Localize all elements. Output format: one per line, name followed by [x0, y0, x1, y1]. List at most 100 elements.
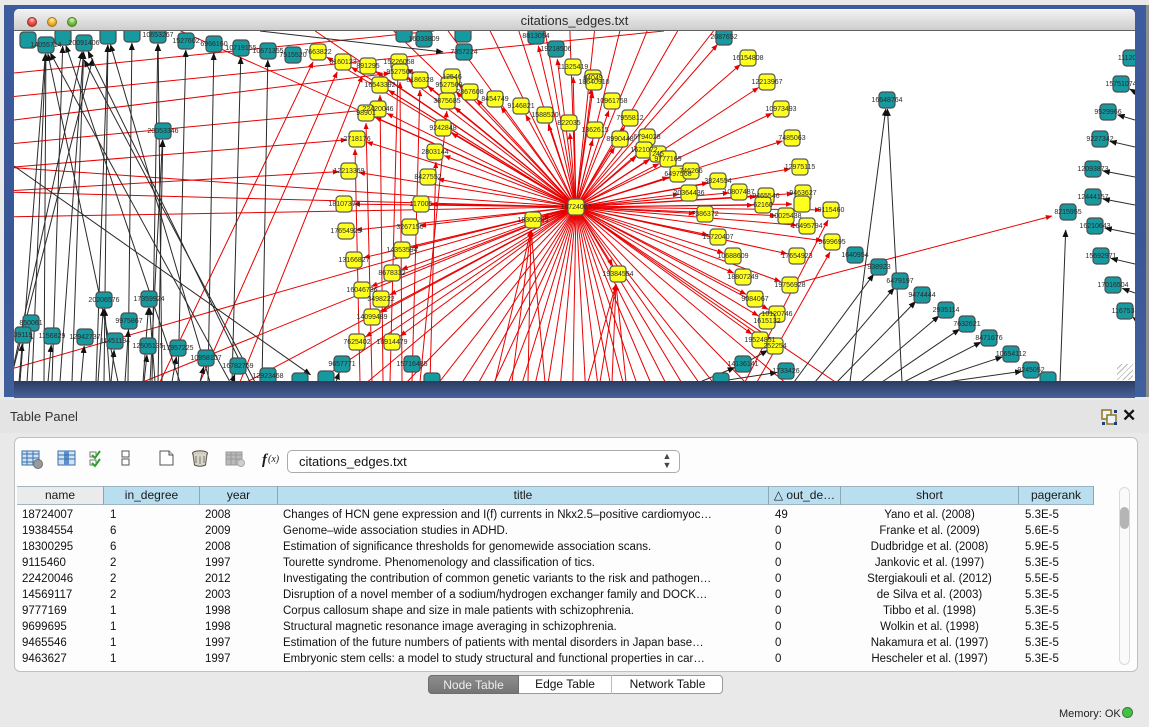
- svg-text:1156829: 1156829: [39, 333, 66, 340]
- svg-text:16782759: 16782759: [222, 363, 253, 370]
- svg-text:1527602: 1527602: [172, 38, 199, 45]
- svg-text:18300295: 18300295: [517, 217, 548, 224]
- svg-text:19384554: 19384554: [602, 271, 633, 278]
- svg-text:15751074: 15751074: [1105, 81, 1135, 88]
- svg-text:16033809: 16033809: [408, 36, 439, 43]
- svg-text:18640910: 18640910: [578, 79, 609, 86]
- svg-text:19756928: 19756928: [774, 282, 805, 289]
- svg-text:(x): (x): [268, 454, 280, 465]
- svg-text:2935114: 2935114: [933, 307, 960, 314]
- svg-text:8186328: 8186328: [406, 77, 433, 84]
- svg-text:8813054: 8813054: [522, 33, 549, 40]
- svg-text:16046736: 16046736: [346, 287, 377, 294]
- svg-text:3824554: 3824554: [704, 178, 731, 185]
- svg-text:1588520: 1588520: [531, 112, 558, 119]
- svg-text:15226058: 15226058: [383, 59, 414, 66]
- svg-text:17654923: 17654923: [781, 253, 812, 260]
- svg-text:10653267: 10653267: [142, 32, 173, 39]
- svg-text:10688609: 10688609: [717, 253, 748, 260]
- svg-text:17654925: 17654925: [330, 228, 361, 235]
- svg-text:850061: 850061: [19, 320, 42, 327]
- svg-text:20053346: 20053346: [147, 128, 178, 135]
- svg-text:7515520: 7515520: [279, 52, 306, 59]
- svg-text:16210643: 16210643: [1079, 223, 1110, 230]
- svg-text:98901: 98901: [356, 110, 376, 117]
- svg-text:14353594: 14353594: [386, 247, 417, 254]
- svg-text:14055714: 14055714: [30, 42, 61, 49]
- svg-text:9245052: 9245052: [1017, 367, 1044, 374]
- svg-text:11451194: 11451194: [100, 338, 130, 345]
- svg-text:14136141: 14136141: [727, 361, 758, 368]
- svg-text:12213967: 12213967: [751, 79, 782, 86]
- svg-text:9242848: 9242848: [429, 125, 456, 132]
- svg-text:3498222: 3498222: [367, 296, 394, 303]
- svg-text:15692971: 15692971: [1085, 253, 1116, 260]
- svg-text:822035: 822035: [557, 120, 580, 127]
- svg-text:9084067: 9084067: [741, 296, 768, 303]
- svg-text:9463627: 9463627: [789, 190, 816, 197]
- svg-text:9529966: 9529966: [1094, 109, 1121, 116]
- svg-text:12444157: 12444157: [1077, 194, 1108, 201]
- svg-text:19218506: 19218506: [540, 46, 571, 53]
- svg-text:7386372: 7386372: [691, 211, 718, 218]
- svg-text:62160: 62160: [753, 202, 773, 209]
- svg-text:20364436: 20364436: [673, 190, 704, 197]
- svg-text:10961758: 10961758: [596, 98, 627, 105]
- svg-text:891295: 891295: [356, 63, 379, 70]
- svg-text:12942737: 12942737: [69, 334, 100, 341]
- svg-text:1362615: 1362615: [581, 127, 608, 134]
- svg-text:117005: 117005: [410, 201, 433, 208]
- svg-text:12923468: 12923468: [252, 373, 283, 380]
- svg-text:1615132: 1615132: [753, 318, 780, 325]
- svg-text:9146821: 9146821: [507, 103, 534, 110]
- svg-text:7632621: 7632621: [953, 321, 980, 328]
- svg-text:746266: 746266: [679, 168, 702, 175]
- svg-text:3875685: 3875685: [433, 98, 460, 105]
- svg-text:13166827: 13166827: [338, 257, 369, 264]
- svg-text:10654112: 10654112: [996, 351, 1027, 358]
- svg-text:20091406: 20091406: [68, 40, 99, 47]
- svg-text:2718176: 2718176: [343, 136, 370, 143]
- svg-text:6794028: 6794028: [633, 134, 660, 141]
- svg-text:20206576: 20206576: [88, 297, 119, 304]
- svg-text:12093873: 12093873: [1077, 166, 1108, 173]
- svg-text:17359924: 17359924: [133, 296, 164, 303]
- svg-text:7625402: 7625402: [343, 339, 370, 346]
- svg-text:9777169: 9777169: [654, 156, 681, 163]
- svg-text:16914479: 16914479: [376, 339, 407, 346]
- svg-text:8160123: 8160123: [329, 59, 356, 66]
- svg-text:8427552: 8427552: [414, 174, 441, 181]
- svg-text:10025438: 10025438: [770, 213, 801, 220]
- svg-text:7955812: 7955812: [616, 115, 643, 122]
- svg-text:252254: 252254: [763, 343, 786, 350]
- svg-text:9527506: 9527506: [386, 69, 413, 76]
- svg-text:1733426: 1733426: [772, 368, 799, 375]
- svg-text:8471676: 8471676: [975, 335, 1002, 342]
- svg-text:12546: 12546: [442, 74, 462, 81]
- svg-text:8990448: 8990448: [606, 136, 633, 143]
- svg-text:9975867: 9975867: [115, 318, 142, 325]
- svg-text:18807249: 18807249: [727, 274, 758, 281]
- svg-text:1640954: 1640954: [841, 252, 868, 259]
- svg-text:8215955: 8215955: [1054, 209, 1081, 216]
- svg-text:16543392: 16543392: [364, 82, 395, 89]
- svg-text:12975115: 12975115: [785, 164, 816, 171]
- svg-text:2087652: 2087652: [710, 34, 737, 41]
- svg-text:15720407: 15720407: [702, 234, 733, 241]
- svg-text:9657771: 9657771: [328, 361, 355, 368]
- svg-text:14099489: 14099489: [356, 314, 387, 321]
- svg-text:16154808: 16154808: [732, 55, 763, 62]
- svg-text:2867608: 2867608: [456, 89, 483, 96]
- svg-text:18107374: 18107374: [328, 201, 359, 208]
- svg-text:39119: 39119: [14, 332, 33, 339]
- svg-text:10120746: 10120746: [761, 311, 792, 318]
- svg-text:16495794: 16495794: [791, 223, 822, 230]
- svg-text:9527508: 9527508: [435, 82, 462, 89]
- svg-text:11325419: 11325419: [558, 64, 589, 71]
- svg-text:2803144: 2803144: [421, 149, 448, 156]
- svg-text:10973493: 10973493: [765, 106, 796, 113]
- svg-text:10958107: 10958107: [190, 355, 221, 362]
- svg-text:18724007: 18724007: [560, 204, 591, 211]
- svg-text:15716485: 15716485: [396, 361, 427, 368]
- svg-text:9465546: 9465546: [752, 193, 779, 200]
